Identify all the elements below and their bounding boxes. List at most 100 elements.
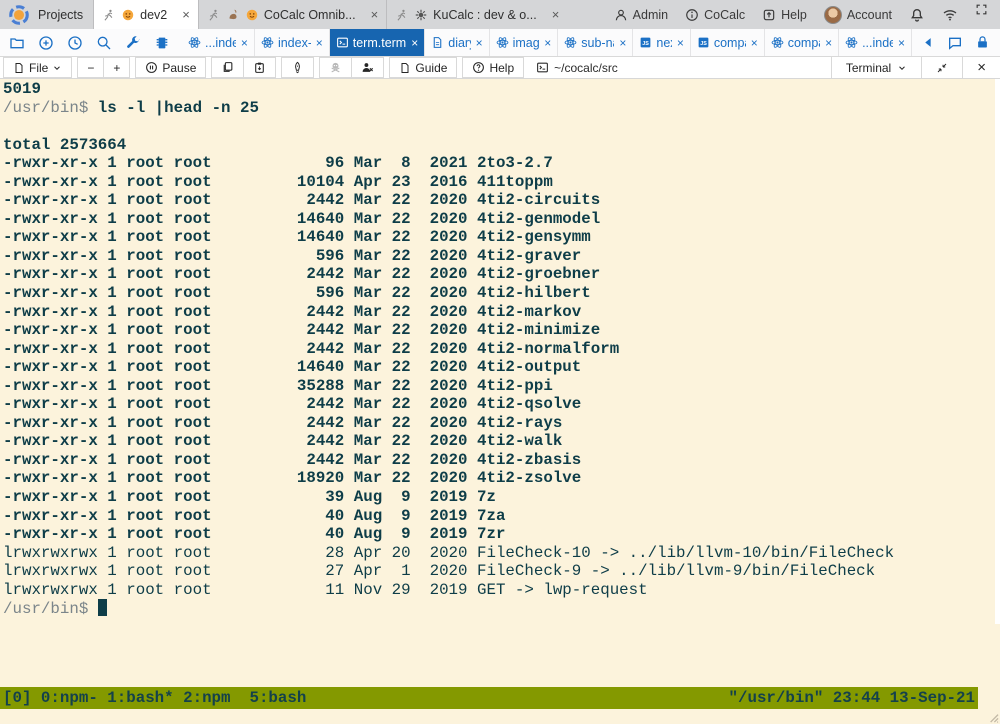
close-frame-button[interactable]: × (962, 57, 1000, 78)
collapse-left-icon[interactable] (922, 36, 935, 49)
react-icon (845, 36, 858, 49)
wifi-icon[interactable] (942, 7, 958, 23)
file-tab-...index.tsx[interactable]: ...index.tsx× (182, 29, 255, 56)
tmux-windows: [0] 0:npm- 1:bash* 2:npm 5:bash (3, 689, 306, 708)
browser-tab-kucalc[interactable]: KuCalc : dev & o... × (386, 0, 567, 29)
pause-button[interactable]: Pause (135, 57, 206, 78)
person-icon (614, 8, 628, 22)
terminal-line: -rwxr-xr-x 1 root root 2442 Mar 22 2020 … (3, 321, 1000, 340)
scrollbar[interactable] (995, 79, 1000, 624)
file-tab-compare.ts[interactable]: compare.ts× (765, 29, 839, 56)
terminal[interactable]: 5019/usr/bin$ ls -l |head -n 25 total 25… (0, 79, 1000, 724)
cocalc-button[interactable]: CoCalc (685, 8, 745, 22)
close-icon[interactable]: × (677, 36, 684, 50)
paste-icon (253, 61, 266, 74)
terminal-line: lrwxrwxrwx 1 root root 28 Apr 20 2020 Fi… (3, 544, 1000, 563)
close-icon[interactable]: × (898, 36, 905, 50)
browser-tab-dev2[interactable]: dev2 × (93, 0, 198, 29)
cocalc-logo-icon[interactable] (8, 4, 30, 26)
file-tab-next.ts[interactable]: JSnext.ts× (633, 29, 690, 56)
kick-users-button[interactable] (351, 57, 384, 78)
gear-icon (414, 8, 428, 22)
font-decrease-button[interactable]: − (77, 57, 104, 78)
react-icon (771, 36, 784, 49)
copy-icon (221, 61, 234, 74)
close-icon[interactable]: × (476, 36, 483, 50)
tmux-clock: "/usr/bin" 23:44 13-Sep-21 (729, 689, 975, 708)
terminal-dropdown[interactable]: Terminal (831, 57, 921, 78)
file-tab-image.tsx[interactable]: image.tsx × (490, 29, 559, 56)
bell-icon[interactable] (909, 7, 925, 23)
folder-icon[interactable] (9, 35, 25, 51)
copy-button[interactable] (211, 57, 244, 78)
file-tab-subnav.tsx[interactable]: sub-nav.tsx × (558, 29, 633, 56)
smiley-emoji-icon (245, 8, 259, 22)
file-tab-label: image.tsx (513, 36, 540, 50)
projects-button[interactable]: Projects (36, 8, 93, 22)
terminal-path: ~/cocalc/src (536, 57, 618, 78)
browser-tab-cocalc-omnib[interactable]: CoCalc Omnib... × (198, 0, 386, 29)
tmux-status-bar: [0] 0:npm- 1:bash* 2:npm 5:bash "/usr/bi… (0, 687, 978, 709)
pause-icon (145, 61, 158, 74)
resize-handle-icon[interactable] (986, 710, 999, 723)
plus-circle-icon[interactable] (38, 35, 54, 51)
file-bar-right (912, 29, 1000, 56)
file-icon (399, 62, 411, 74)
terminal-line: -rwxr-xr-x 1 root root 40 Aug 9 2019 7zr (3, 525, 1000, 544)
help-button[interactable]: Help (762, 8, 807, 22)
admin-label: Admin (633, 8, 668, 22)
terminal-line: -rwxr-xr-x 1 root root 14640 Mar 22 2020… (3, 210, 1000, 229)
terminal-line: -rwxr-xr-x 1 root root 2442 Mar 22 2020 … (3, 340, 1000, 359)
fullscreen-icon[interactable] (975, 3, 988, 16)
user-x-icon (361, 61, 374, 74)
file-tab-compare.js[interactable]: JScompare.js× (691, 29, 765, 56)
admin-button[interactable]: Admin (614, 8, 668, 22)
file-menu-button[interactable]: File (3, 57, 72, 78)
browser-bar: Projects dev2 × (0, 0, 1000, 29)
file-bar-actions (0, 29, 182, 56)
font-increase-button[interactable]: + (103, 57, 130, 78)
info-icon (685, 8, 699, 22)
kill-terminal-button[interactable] (319, 57, 352, 78)
file-tab-term.term[interactable]: term.term× (330, 29, 426, 56)
close-icon[interactable]: × (411, 36, 418, 50)
close-icon[interactable]: × (825, 36, 832, 50)
terminal-dropdown-label: Terminal (846, 61, 891, 75)
close-icon[interactable]: × (316, 36, 323, 50)
paste-button[interactable] (243, 57, 276, 78)
terminal-line: -rwxr-xr-x 1 root root 96 Mar 8 2021 2to… (3, 154, 1000, 173)
help-button-toolbar[interactable]: Help (462, 57, 524, 78)
file-tab-diary.md[interactable]: diary.md × (425, 29, 489, 56)
search-icon[interactable] (96, 35, 112, 51)
close-icon[interactable]: × (619, 36, 626, 50)
close-icon[interactable]: × (371, 7, 379, 22)
close-icon[interactable]: × (751, 36, 758, 50)
close-icon[interactable]: × (544, 36, 551, 50)
terminal-line: -rwxr-xr-x 1 root root 2442 Mar 22 2020 … (3, 451, 1000, 470)
lock-icon[interactable] (975, 35, 990, 50)
compress-icon (936, 62, 948, 74)
guide-button[interactable]: Guide (389, 57, 457, 78)
file-tab-...index.tsx[interactable]: ...index.tsx × (839, 29, 912, 56)
terminal-line: total 2573664 (3, 136, 1000, 155)
file-tab-label: ...index.tsx (862, 36, 893, 50)
close-icon[interactable]: × (552, 7, 560, 22)
servers-icon[interactable] (154, 35, 170, 51)
terminal-output: 5019/usr/bin$ ls -l |head -n 25 total 25… (0, 79, 1000, 619)
terminal-line: -rwxr-xr-x 1 root root 10104 Apr 23 2016… (3, 173, 1000, 192)
file-tab-label: diary.md (448, 36, 470, 50)
chat-icon[interactable] (947, 35, 963, 51)
file-tab-indexlist.ts[interactable]: index-list.ts× (255, 29, 330, 56)
account-button[interactable]: Account (824, 6, 892, 24)
file-tab-label: sub-nav.tsx (581, 36, 614, 50)
file-tab-bar: ...index.tsx×index-list.ts×term.term×dia… (0, 29, 1000, 57)
compress-button[interactable] (921, 57, 962, 78)
guide-label: Guide (415, 61, 447, 75)
close-icon[interactable]: × (241, 36, 248, 50)
terminal-line: -rwxr-xr-x 1 root root 2442 Mar 22 2020 … (3, 432, 1000, 451)
close-icon[interactable]: × (182, 7, 190, 22)
init-script-button[interactable] (281, 57, 314, 78)
history-icon[interactable] (67, 35, 83, 51)
wrench-icon[interactable] (125, 35, 141, 51)
chevron-down-icon (52, 63, 62, 73)
